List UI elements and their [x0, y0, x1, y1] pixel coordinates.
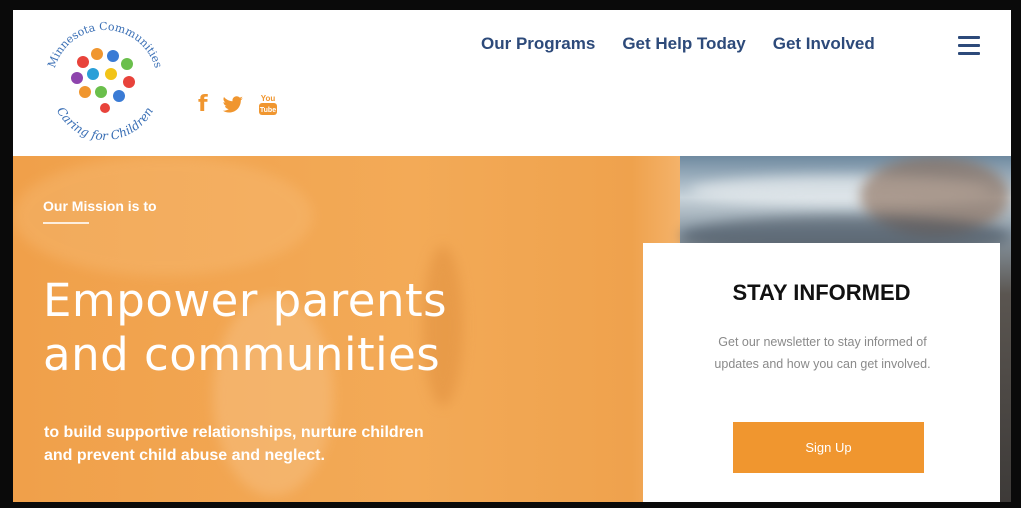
- sign-up-button[interactable]: Sign Up: [733, 422, 924, 473]
- hero-headline: Empower parents and communities: [43, 274, 503, 382]
- screen-frame: Minnesota Communities Caring for Childre…: [0, 0, 1021, 508]
- newsletter-title: STAY INFORMED: [732, 280, 911, 305]
- logo-hand: [95, 86, 107, 98]
- newsletter-card: STAY INFORMED Get our newsletter to stay…: [643, 243, 1000, 502]
- logo-hand: [121, 58, 133, 70]
- main-nav: Our Programs Get Help Today Get Involved: [481, 34, 875, 54]
- hero-section: Our Mission is to Empower parents and co…: [13, 156, 1011, 502]
- logo-hand: [113, 90, 125, 102]
- youtube-icon[interactable]: You Tube: [258, 93, 278, 117]
- mission-label: Our Mission is to: [43, 198, 157, 214]
- twitter-icon[interactable]: [222, 95, 244, 114]
- logo-hand: [100, 103, 110, 113]
- web-page: Minnesota Communities Caring for Childre…: [13, 10, 1011, 502]
- mission-divider: [43, 222, 89, 224]
- svg-text:Tube: Tube: [259, 107, 275, 114]
- svg-text:You: You: [260, 94, 275, 103]
- subtext-line-2: and prevent child abuse and neglect.: [44, 447, 325, 464]
- logo-hand: [107, 50, 119, 62]
- newsletter-text: Get our newsletter to stay informed of u…: [685, 331, 960, 375]
- logo-hand: [105, 68, 117, 80]
- site-logo[interactable]: Minnesota Communities Caring for Childre…: [31, 12, 179, 142]
- logo-hand: [79, 86, 91, 98]
- logo-hand: [71, 72, 83, 84]
- facebook-icon[interactable]: f: [198, 92, 208, 117]
- newsletter-text-line-1: Get our newsletter to stay informed of: [718, 335, 927, 349]
- logo-hand: [87, 68, 99, 80]
- hero-subtext: to build supportive relationships, nurtu…: [44, 421, 484, 467]
- hamburger-menu-icon[interactable]: [958, 36, 980, 56]
- newsletter-text-line-2: updates and how you can get involved.: [714, 357, 931, 371]
- logo-hand: [77, 56, 89, 68]
- logo-arc-top: Minnesota Communities: [45, 20, 165, 70]
- social-links: f You Tube: [198, 92, 278, 117]
- logo-hand: [123, 76, 135, 88]
- headline-line-1: Empower parents: [43, 274, 448, 327]
- nav-our-programs[interactable]: Our Programs: [481, 34, 595, 54]
- nav-get-help-today[interactable]: Get Help Today: [622, 34, 745, 54]
- logo-hand: [91, 48, 103, 60]
- site-header: Minnesota Communities Caring for Childre…: [13, 10, 1011, 156]
- headline-line-2: and communities: [43, 328, 441, 381]
- hero-figure: [13, 156, 313, 276]
- subtext-line-1: to build supportive relationships, nurtu…: [44, 424, 424, 441]
- nav-get-involved[interactable]: Get Involved: [773, 34, 875, 54]
